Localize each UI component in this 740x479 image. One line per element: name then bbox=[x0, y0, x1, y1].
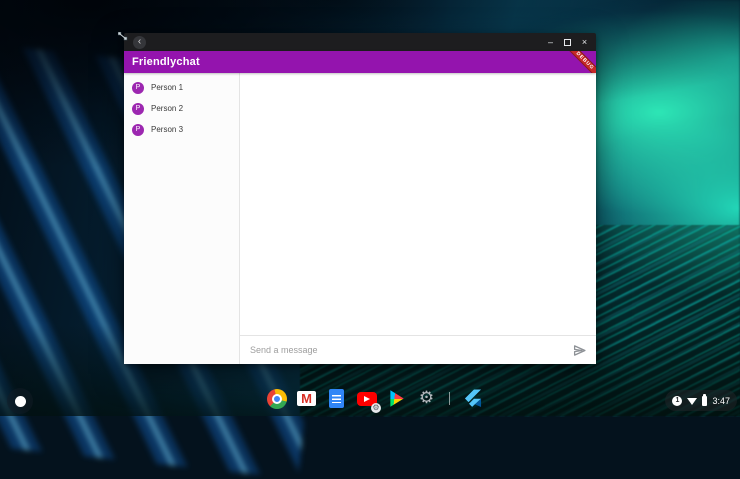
settings-gear-icon: ⚙ bbox=[419, 390, 434, 407]
app-bar: Friendlychat DEBUG bbox=[124, 51, 596, 73]
person-name: Person 2 bbox=[151, 104, 183, 113]
clock: 3:47 bbox=[712, 396, 730, 406]
docs-app-button[interactable] bbox=[326, 388, 347, 409]
debug-banner: DEBUG bbox=[569, 51, 596, 73]
launcher-icon bbox=[15, 396, 26, 407]
play-store-app-button[interactable] bbox=[386, 388, 407, 409]
friendlychat-window: ‹ – × Friendlychat DEBUG P Person 1 P Pe… bbox=[124, 33, 596, 364]
debug-banner-ribbon: DEBUG bbox=[569, 51, 596, 73]
shelf-separator bbox=[449, 392, 450, 405]
minimize-button[interactable]: – bbox=[546, 38, 555, 47]
chrome-icon bbox=[267, 389, 287, 409]
chat-area bbox=[240, 73, 596, 364]
youtube-app-button[interactable]: ⚙ bbox=[356, 388, 377, 409]
flutter-app-button[interactable] bbox=[462, 388, 483, 409]
avatar: P bbox=[132, 82, 144, 94]
chrome-app-button[interactable] bbox=[266, 388, 287, 409]
close-button[interactable]: × bbox=[580, 38, 589, 47]
avatar: P bbox=[132, 124, 144, 136]
gmail-icon: M bbox=[297, 391, 316, 406]
wifi-icon bbox=[687, 398, 697, 405]
message-composer bbox=[240, 335, 596, 364]
message-list bbox=[240, 73, 596, 335]
send-icon[interactable] bbox=[572, 343, 586, 357]
youtube-settings-badge-icon: ⚙ bbox=[371, 403, 381, 413]
person-name: Person 1 bbox=[151, 83, 183, 92]
play-store-icon bbox=[388, 390, 406, 408]
message-input[interactable] bbox=[250, 345, 564, 355]
list-item-person-2[interactable]: P Person 2 bbox=[124, 98, 239, 119]
system-tray[interactable]: 1 3:47 bbox=[665, 390, 737, 411]
people-sidebar: P Person 1 P Person 2 P Person 3 bbox=[124, 73, 240, 364]
settings-app-button[interactable]: ⚙ bbox=[416, 388, 437, 409]
notification-count-icon: 1 bbox=[672, 396, 682, 406]
cursor-icon bbox=[118, 29, 128, 39]
flutter-icon bbox=[463, 389, 482, 408]
window-body: P Person 1 P Person 2 P Person 3 bbox=[124, 73, 596, 364]
list-item-person-3[interactable]: P Person 3 bbox=[124, 119, 239, 140]
app-title: Friendlychat bbox=[132, 56, 200, 68]
launcher-button[interactable] bbox=[7, 388, 33, 414]
avatar: P bbox=[132, 103, 144, 115]
gmail-app-button[interactable]: M bbox=[296, 388, 317, 409]
maximize-button[interactable] bbox=[564, 39, 571, 46]
window-titlebar: ‹ – × bbox=[124, 33, 596, 51]
shelf-app-icons: M ⚙ ⚙ bbox=[266, 388, 483, 409]
person-name: Person 3 bbox=[151, 125, 183, 134]
list-item-person-1[interactable]: P Person 1 bbox=[124, 77, 239, 98]
battery-icon bbox=[702, 396, 707, 406]
window-controls: – × bbox=[546, 38, 589, 47]
docs-icon bbox=[329, 389, 344, 408]
back-button[interactable]: ‹ bbox=[133, 36, 146, 49]
